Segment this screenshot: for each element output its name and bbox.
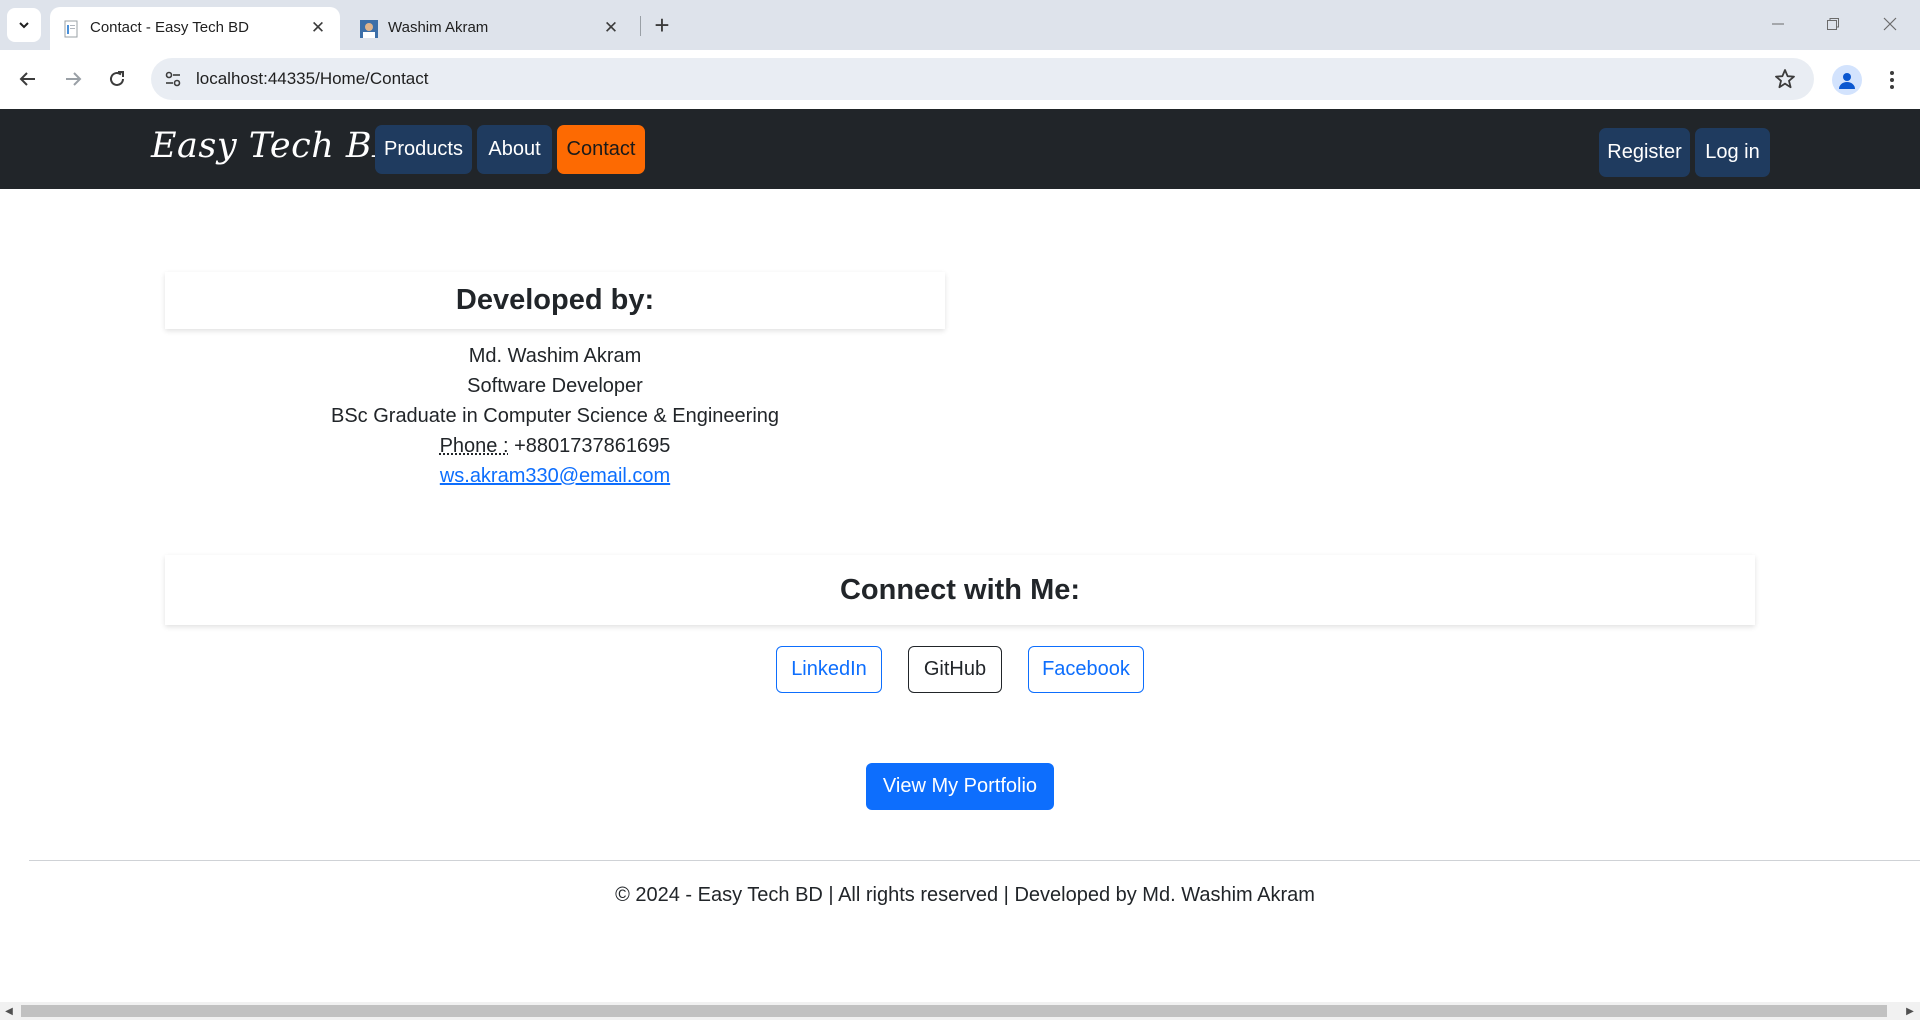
- more-vert-icon: [1890, 71, 1894, 89]
- bookmark-star-icon[interactable]: [1774, 68, 1796, 90]
- footer-divider: [29, 860, 1920, 861]
- profile-button[interactable]: [1832, 65, 1862, 95]
- browser-menu-button[interactable]: [1880, 65, 1904, 95]
- close-icon[interactable]: ✕: [308, 18, 328, 38]
- nav-link-about[interactable]: About: [477, 125, 552, 174]
- minimize-icon: [1772, 23, 1784, 25]
- window-close-button[interactable]: [1868, 8, 1912, 40]
- github-button[interactable]: GitHub: [908, 646, 1002, 693]
- nav-link-contact[interactable]: Contact: [557, 125, 645, 174]
- phone-label: Phone :: [439, 435, 509, 457]
- document-icon: [64, 20, 78, 38]
- address-bar[interactable]: localhost:44335/Home/Contact: [151, 58, 1814, 100]
- site-info-icon[interactable]: [161, 67, 185, 91]
- brand-logo[interactable]: Easy Tech BD: [151, 126, 401, 166]
- footer-copyright: © 2024 - Easy Tech BD | All rights reser…: [615, 884, 1315, 906]
- plus-icon: +: [654, 9, 670, 40]
- developer-role: Software Developer: [467, 375, 643, 397]
- restore-icon: [1827, 18, 1839, 30]
- restore-button[interactable]: [1811, 8, 1855, 40]
- email-link[interactable]: ws.akram330@email.com: [440, 465, 670, 487]
- forward-button[interactable]: [56, 62, 90, 96]
- linkedin-button[interactable]: LinkedIn: [776, 646, 882, 693]
- tab-washim-akram[interactable]: Washim Akram ✕: [348, 7, 633, 50]
- browser-tabstrip: Contact - Easy Tech BD ✕ Washim Akram ✕ …: [0, 0, 1920, 50]
- site-navbar: Easy Tech BD Products About Contact Regi…: [0, 109, 1920, 189]
- tab-title: Contact - Easy Tech BD: [90, 19, 249, 36]
- login-link[interactable]: Log in: [1695, 128, 1770, 177]
- tab-divider: [640, 16, 641, 36]
- browser-toolbar: localhost:44335/Home/Contact: [0, 50, 1920, 109]
- connect-heading: Connect with Me:: [165, 555, 1755, 625]
- chevron-down-icon: [19, 22, 29, 29]
- reload-icon: [110, 71, 124, 86]
- developer-info: Md. Washim Akram Software Developer BSc …: [165, 341, 945, 491]
- profile-photo-icon: [360, 20, 378, 38]
- register-link[interactable]: Register: [1599, 128, 1690, 177]
- nav-link-products[interactable]: Products: [375, 125, 472, 174]
- new-tab-button[interactable]: +: [650, 10, 674, 40]
- arrow-left-icon: [19, 72, 35, 86]
- scroll-right-icon[interactable]: ▶: [1904, 1005, 1916, 1017]
- tab-title: Washim Akram: [388, 19, 489, 36]
- developed-by-heading: Developed by:: [165, 272, 945, 329]
- person-icon: [1839, 73, 1855, 89]
- close-icon: [1883, 17, 1897, 31]
- close-icon[interactable]: ✕: [601, 18, 621, 38]
- tab-search-button[interactable]: [7, 8, 41, 42]
- phone-number: +8801737861695: [514, 435, 671, 457]
- minimize-button[interactable]: [1756, 8, 1800, 40]
- tab-contact[interactable]: Contact - Easy Tech BD ✕: [50, 7, 340, 50]
- scrollbar-thumb[interactable]: [21, 1005, 1887, 1017]
- back-button[interactable]: [11, 62, 45, 96]
- view-portfolio-button[interactable]: View My Portfolio: [866, 763, 1054, 810]
- developer-name: Md. Washim Akram: [468, 345, 642, 367]
- reload-button[interactable]: [100, 62, 134, 96]
- facebook-button[interactable]: Facebook: [1028, 646, 1144, 693]
- horizontal-scrollbar[interactable]: ◀ ▶: [0, 1002, 1920, 1020]
- developer-phone: Phone : +8801737861695: [165, 431, 945, 461]
- developer-education: BSc Graduate in Computer Science & Engin…: [330, 405, 780, 427]
- url-text: localhost:44335/Home/Contact: [196, 69, 429, 88]
- arrow-right-icon: [66, 72, 82, 86]
- scroll-left-icon[interactable]: ◀: [3, 1005, 15, 1017]
